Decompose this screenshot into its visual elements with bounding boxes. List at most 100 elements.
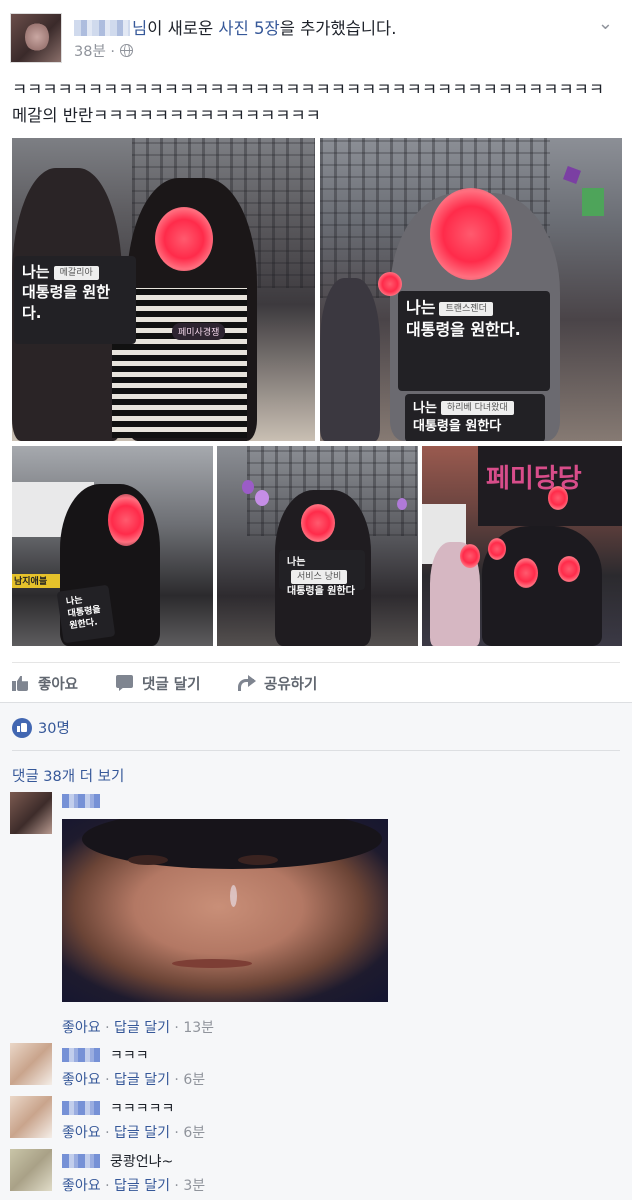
comment-reply-link[interactable]: 답글 달기	[114, 1178, 170, 1194]
censored-face	[155, 207, 213, 271]
comment-time[interactable]: 6분	[183, 1125, 205, 1141]
post-photo-3[interactable]: 남지애블 나는 대통령을 원한다.	[12, 446, 213, 646]
eye	[128, 855, 168, 865]
comment-image[interactable]	[62, 819, 388, 1002]
purple-flag	[563, 166, 581, 184]
censored-face	[108, 494, 144, 546]
protest-sign: 나는 메갈리아 대통령을 원한다.	[14, 256, 136, 344]
protest-sign: 나는 대통령을 원한다.	[56, 584, 116, 644]
commenter-avatar[interactable]	[10, 1043, 52, 1085]
like-reaction-icon	[12, 717, 32, 738]
sign-line-2: 대통령을 원한다	[287, 586, 355, 597]
comments-section: 30명 댓글 38개 더 보기 좋아요 · 답글 달기 · 13분 ㅋㅋㅋ 좋아…	[0, 702, 632, 1200]
post-header: 님이 새로운 사진 5장을 추가했습니다. 38분 · ⌄	[0, 0, 632, 72]
comment-meta: 좋아요 · 답글 달기 · 13분	[62, 1020, 215, 1036]
sign-mini-label: 트랜스젠더	[439, 302, 493, 317]
author-name-suffix[interactable]: 님	[132, 19, 147, 38]
comment-time[interactable]: 13분	[183, 1020, 214, 1036]
like-button[interactable]: 좋아요	[12, 672, 78, 694]
sign2-line-1: 나는	[413, 401, 437, 416]
green-flag	[582, 188, 604, 216]
comment-like-link[interactable]: 좋아요	[62, 1072, 101, 1088]
post-photo-5[interactable]: 페미당당	[422, 446, 622, 646]
sign-line-1: 나는	[406, 298, 436, 317]
comment-text: 쿵쾅언냐~	[110, 1154, 174, 1170]
comment-meta: 좋아요 · 답글 달기 · 6분	[62, 1072, 206, 1088]
post-photo-4[interactable]: 나는서비스 낭비 대통령을 원한다	[217, 446, 418, 646]
post-timestamp[interactable]: 38분 ·	[74, 40, 115, 61]
sign-line-1: 나는	[287, 557, 306, 568]
censored-face	[558, 556, 580, 582]
sign-line-2: 대통령을 원한다.	[22, 283, 111, 322]
protest-sign-2: 나는 하리베 다녀왔대 대통령을 원한다	[405, 394, 545, 441]
comment-text: ㅋㅋㅋ	[110, 1048, 149, 1064]
blurred-commenter-name[interactable]	[62, 1154, 100, 1168]
reactions-summary[interactable]: 30명	[12, 717, 70, 738]
commenter-avatar[interactable]	[10, 1096, 52, 1138]
blurred-commenter-name[interactable]	[62, 1101, 100, 1115]
share-icon	[238, 675, 256, 691]
photos-link[interactable]: 사진 5장	[218, 19, 279, 38]
like-label: 좋아요	[38, 676, 79, 693]
comment-time[interactable]: 6분	[183, 1072, 205, 1088]
chevron-down-icon[interactable]: ⌄	[598, 13, 614, 34]
sign2-line-2: 대통령을 원한다	[413, 418, 502, 434]
author-avatar[interactable]	[10, 13, 62, 63]
comment-button[interactable]: 댓글 달기	[116, 672, 200, 694]
comment-reply-link[interactable]: 답글 달기	[114, 1125, 170, 1141]
eye	[238, 855, 278, 865]
censored-face	[430, 188, 512, 280]
sign-line-1: 나는	[22, 263, 50, 281]
mouth	[172, 959, 252, 968]
comment-like-link[interactable]: 좋아요	[62, 1125, 101, 1141]
post-time-row: 38분 ·	[74, 40, 134, 61]
banner: 페미당당	[478, 446, 622, 526]
censored-face	[548, 486, 568, 510]
commenter-avatar[interactable]	[10, 1149, 52, 1191]
sign-line-1: 나는	[65, 595, 84, 608]
comment-meta: 좋아요 · 답글 달기 · 6분	[62, 1125, 206, 1141]
blurred-commenter-name[interactable]	[62, 1048, 100, 1062]
comment-label: 댓글 달기	[142, 676, 201, 693]
globe-icon[interactable]	[120, 44, 134, 57]
hair	[82, 819, 382, 869]
comment-author: ㅋㅋㅋㅋㅋ	[62, 1098, 174, 1118]
blurred-author-name[interactable]	[74, 20, 130, 36]
action-text-post: 을 추가했습니다.	[279, 19, 397, 38]
sign-mini-label: 서비스 낭비	[291, 569, 348, 584]
comment-time[interactable]: 3분	[183, 1178, 205, 1194]
balloon	[255, 490, 269, 506]
comment-like-link[interactable]: 좋아요	[62, 1178, 101, 1194]
comment-icon	[116, 675, 134, 691]
commenter-avatar[interactable]	[10, 792, 52, 834]
divider	[12, 662, 620, 663]
comment-like-link[interactable]: 좋아요	[62, 1020, 101, 1036]
sign-line-2: 대통령을 원한다.	[406, 319, 521, 339]
comment-meta: 좋아요 · 답글 달기 · 3분	[62, 1178, 206, 1194]
censored-face	[488, 538, 506, 560]
view-more-comments-link[interactable]: 댓글 38개 더 보기	[12, 765, 124, 786]
share-label: 공유하기	[264, 676, 318, 693]
reactions-count: 30명	[38, 721, 70, 737]
sign2-mini-label: 하리베 다녀왔대	[440, 401, 514, 416]
protest-sign: 나는 트랜스젠더 대통령을 원한다.	[398, 291, 550, 391]
sign-mini-label: 메갈리아	[53, 266, 99, 281]
censored-face	[514, 558, 538, 588]
post-text: ㅋㅋㅋㅋㅋㅋㅋㅋㅋㅋㅋㅋㅋㅋㅋㅋㅋㅋㅋㅋㅋㅋㅋㅋㅋㅋㅋㅋㅋㅋㅋㅋㅋㅋㅋㅋㅋㅋㅋ메…	[12, 80, 605, 125]
post-photo-1[interactable]: 나는 메갈리아 대통령을 원한다. 페미사경쟁	[12, 138, 315, 441]
post-photo-2[interactable]: 나는 트랜스젠더 대통령을 원한다. 나는 하리베 다녀왔대 대통령을 원한다	[320, 138, 622, 441]
comment-author: 쿵쾅언냐~	[62, 1151, 173, 1171]
comment-reply-link[interactable]: 답글 달기	[114, 1020, 170, 1036]
person-left	[320, 278, 380, 441]
balloon	[242, 480, 254, 494]
thumbs-up-icon	[12, 675, 30, 691]
comment-reply-link[interactable]: 답글 달기	[114, 1072, 170, 1088]
post-header-line: 님이 새로운 사진 5장을 추가했습니다.	[74, 15, 396, 39]
divider	[12, 750, 620, 751]
blurred-commenter-name[interactable]	[62, 794, 100, 808]
comment-author	[62, 794, 102, 808]
share-button[interactable]: 공유하기	[238, 672, 317, 694]
comment-author: ㅋㅋㅋ	[62, 1045, 149, 1065]
balloon	[397, 498, 407, 510]
protest-sign: 나는서비스 낭비 대통령을 원한다	[279, 550, 365, 597]
